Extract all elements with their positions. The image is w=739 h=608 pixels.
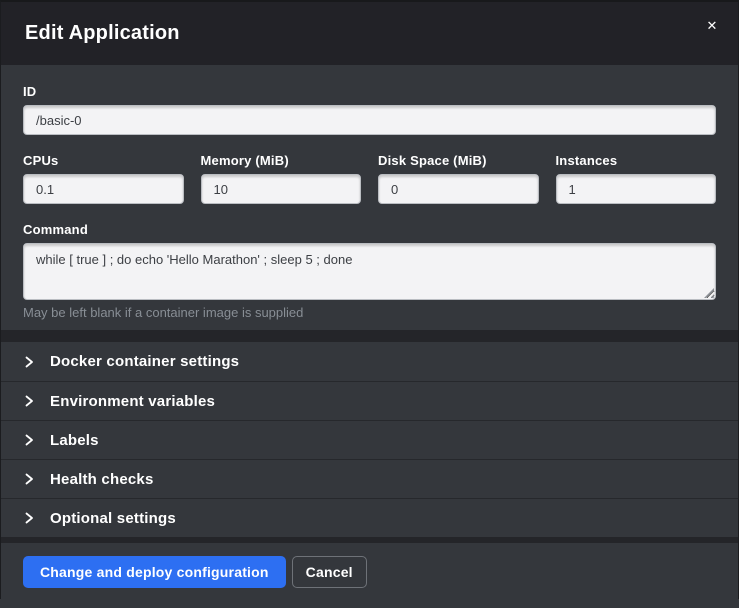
modal-header: Edit Application ✕ bbox=[1, 2, 738, 65]
chevron-right-icon bbox=[23, 473, 35, 485]
section-labels[interactable]: Labels bbox=[1, 420, 738, 459]
chevron-right-icon bbox=[23, 356, 35, 368]
instances-field: Instances bbox=[556, 153, 717, 204]
chevron-right-icon bbox=[23, 395, 35, 407]
chevron-right-icon bbox=[23, 434, 35, 446]
command-help-text: May be left blank if a container image i… bbox=[23, 305, 716, 330]
memory-input[interactable] bbox=[201, 174, 362, 204]
resources-row: CPUs Memory (MiB) Disk Space (MiB) Insta… bbox=[23, 153, 716, 204]
disk-input[interactable] bbox=[378, 174, 539, 204]
command-label: Command bbox=[23, 222, 716, 237]
close-icon[interactable]: ✕ bbox=[702, 16, 722, 36]
change-and-deploy-button[interactable]: Change and deploy configuration bbox=[23, 556, 286, 588]
accordion: Docker container settings Environment va… bbox=[1, 342, 738, 537]
modal-footer: Change and deploy configuration Cancel bbox=[1, 543, 738, 608]
section-optional-settings[interactable]: Optional settings bbox=[1, 498, 738, 537]
section-label: Labels bbox=[50, 432, 99, 449]
section-separator bbox=[1, 330, 738, 342]
instances-label: Instances bbox=[556, 153, 717, 168]
disk-label: Disk Space (MiB) bbox=[378, 153, 539, 168]
memory-field: Memory (MiB) bbox=[201, 153, 362, 204]
section-label: Optional settings bbox=[50, 510, 176, 527]
section-health-checks[interactable]: Health checks bbox=[1, 459, 738, 498]
cancel-button[interactable]: Cancel bbox=[292, 556, 367, 588]
cpus-label: CPUs bbox=[23, 153, 184, 168]
modal-body: ID CPUs Memory (MiB) Disk Space (MiB) In… bbox=[1, 65, 738, 543]
edit-application-modal: Edit Application ✕ ID CPUs Memory (MiB) … bbox=[0, 0, 739, 599]
cpus-field: CPUs bbox=[23, 153, 184, 204]
id-label: ID bbox=[23, 84, 716, 99]
cpus-input[interactable] bbox=[23, 174, 184, 204]
id-input[interactable] bbox=[23, 105, 716, 135]
command-textarea[interactable]: while [ true ] ; do echo 'Hello Marathon… bbox=[23, 243, 716, 300]
chevron-right-icon bbox=[23, 512, 35, 524]
section-environment-variables[interactable]: Environment variables bbox=[1, 381, 738, 420]
section-label: Health checks bbox=[50, 471, 153, 488]
section-docker-container-settings[interactable]: Docker container settings bbox=[1, 342, 738, 381]
modal-title: Edit Application bbox=[25, 22, 180, 45]
disk-field: Disk Space (MiB) bbox=[378, 153, 539, 204]
memory-label: Memory (MiB) bbox=[201, 153, 362, 168]
section-label: Docker container settings bbox=[50, 353, 239, 370]
application-form: ID CPUs Memory (MiB) Disk Space (MiB) In… bbox=[1, 65, 738, 330]
section-label: Environment variables bbox=[50, 393, 215, 410]
command-field: Command while [ true ] ; do echo 'Hello … bbox=[23, 222, 716, 330]
instances-input[interactable] bbox=[556, 174, 717, 204]
